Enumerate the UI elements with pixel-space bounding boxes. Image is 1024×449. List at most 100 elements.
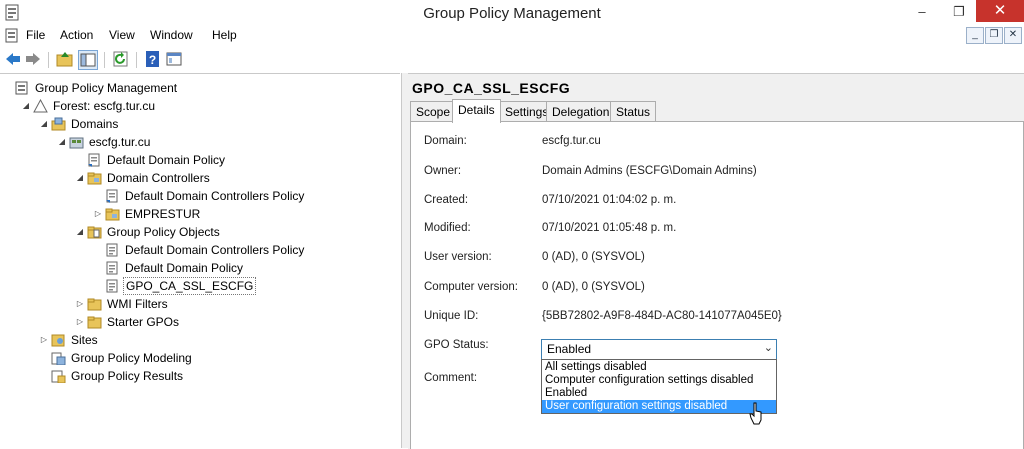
results-icon	[51, 370, 66, 383]
collapse-arrow-icon[interactable]: ◢	[75, 223, 85, 241]
folder-icon	[87, 316, 102, 329]
tree-item-label: Forest: escfg.tur.cu	[53, 99, 156, 113]
status-option-computer-disabled[interactable]: Computer configuration settings disabled	[542, 374, 776, 387]
toolbar-separator	[104, 52, 105, 68]
restore-button[interactable]: ❐	[942, 0, 976, 24]
ou-icon	[105, 208, 120, 221]
collapse-arrow-icon[interactable]: ◢	[75, 169, 85, 187]
tab-details[interactable]: Details	[452, 99, 501, 123]
mdi-minimize-button[interactable]: _	[966, 27, 984, 44]
sites-icon	[51, 334, 65, 347]
help-icon[interactable]: ?	[144, 50, 162, 68]
created-value: 07/10/2021 01:04:02 p. m.	[542, 194, 677, 206]
tree-item[interactable]: Default Domain Controllers Policy	[0, 241, 400, 259]
minimize-button[interactable]: –	[905, 0, 939, 24]
refresh-icon[interactable]	[112, 50, 130, 68]
expand-arrow-icon[interactable]: ▷	[93, 205, 103, 223]
forest-icon	[33, 99, 48, 113]
tab-delegation[interactable]: Delegation	[546, 101, 616, 122]
tree-item[interactable]: Default Domain Controllers Policy	[0, 187, 400, 205]
gpo-link-icon	[88, 153, 100, 167]
tree-item-label: Starter GPOs	[107, 315, 180, 329]
collapse-arrow-icon[interactable]: ◢	[21, 97, 31, 115]
tree-item-label: Group Policy Objects	[107, 225, 220, 239]
domain-label: Domain:	[424, 135, 467, 147]
tree-item-label: Sites	[71, 333, 98, 347]
toolbar-separator	[136, 52, 137, 68]
tree-item-label: WMI Filters	[107, 297, 168, 311]
tree-item-label: Group Policy Management	[35, 81, 178, 95]
tree-item[interactable]: Default Domain Policy	[0, 259, 400, 277]
tree-item[interactable]: ◢ Forest: escfg.tur.cu	[0, 97, 400, 115]
gpo-folder-icon	[87, 226, 102, 239]
back-arrow-icon[interactable]	[4, 50, 22, 68]
tree-item[interactable]: GPO_CA_SSL_ESCFG	[0, 277, 400, 295]
owner-value: Domain Admins (ESCFG\Domain Admins)	[542, 165, 757, 177]
folder-icon	[87, 298, 102, 311]
tree-item[interactable]: ◢ Domain Controllers	[0, 169, 400, 187]
domain-value: escfg.tur.cu	[542, 135, 601, 147]
tree-item[interactable]: Group Policy Modeling	[0, 349, 400, 367]
forward-arrow-icon[interactable]	[24, 50, 42, 68]
domains-icon	[51, 117, 66, 131]
up-folder-icon[interactable]	[56, 50, 74, 68]
comment-label: Comment:	[424, 372, 478, 384]
modified-label: Modified:	[424, 222, 471, 234]
owner-label: Owner:	[424, 165, 462, 177]
tab-status[interactable]: Status	[610, 101, 657, 122]
mouse-pointer-icon	[749, 402, 762, 425]
tree-item[interactable]: Group Policy Results	[0, 367, 400, 385]
properties-icon[interactable]	[165, 50, 183, 68]
menu-file[interactable]: File	[26, 28, 45, 42]
tree-item[interactable]: ◢ Domains	[0, 115, 400, 133]
tree-item[interactable]: ▷ WMI Filters	[0, 295, 400, 313]
tree-item-label: Domains	[71, 117, 119, 131]
user-version-label: User version:	[424, 251, 492, 263]
menu-action[interactable]: Action	[60, 28, 93, 42]
tree-item-label: EMPRESTUR	[125, 207, 201, 221]
tab-scope[interactable]: Scope	[410, 101, 457, 122]
tree-item[interactable]: ◢ escfg.tur.cu	[0, 133, 400, 151]
console-tree[interactable]: Group Policy Management ◢ Forest: escfg.tu…	[0, 73, 400, 449]
gpo-status-label: GPO Status:	[424, 339, 489, 351]
menu-window[interactable]: Window	[150, 28, 193, 42]
tree-item[interactable]: Default Domain Policy	[0, 151, 400, 169]
gpo-status-dropdown-list[interactable]: All settings disabled Computer configura…	[541, 359, 777, 414]
status-option-user-disabled[interactable]: User configuration settings disabled	[542, 400, 776, 413]
menu-bar: File Action View Window Help	[0, 26, 1024, 46]
gpo-icon	[106, 243, 118, 257]
show-hide-tree-icon[interactable]	[78, 50, 98, 70]
window-title: Group Policy Management	[423, 5, 601, 22]
expand-arrow-icon[interactable]: ▷	[75, 295, 85, 313]
close-button[interactable]: ✕	[976, 0, 1024, 22]
toolbar-separator	[48, 52, 49, 68]
gpo-icon	[106, 279, 118, 293]
tree-item-label: Default Domain Policy	[107, 153, 226, 167]
expand-arrow-icon[interactable]: ▷	[75, 313, 85, 331]
tree-item[interactable]: ▷ Sites	[0, 331, 400, 349]
tree-item-label: Default Domain Controllers Policy	[125, 243, 305, 257]
expand-arrow-icon[interactable]: ▷	[39, 331, 49, 349]
mdi-restore-button[interactable]: ❐	[985, 27, 1003, 44]
tree-item-label: GPO_CA_SSL_ESCFG	[123, 277, 257, 295]
chevron-down-icon[interactable]: ⌄	[764, 341, 773, 354]
tree-item-label: Default Domain Controllers Policy	[125, 189, 305, 203]
collapse-arrow-icon[interactable]: ◢	[57, 133, 67, 151]
status-option-all-disabled[interactable]: All settings disabled	[542, 361, 776, 374]
tree-item[interactable]: ▷ EMPRESTUR	[0, 205, 400, 223]
unique-id-value: {5BB72802-A9F8-484D-AC80-141077A045E0}	[542, 310, 782, 322]
tree-item[interactable]: Group Policy Management	[0, 79, 400, 97]
status-option-enabled[interactable]: Enabled	[542, 387, 776, 400]
gpo-icon	[106, 261, 118, 275]
mdi-close-button[interactable]: ✕	[1004, 27, 1022, 44]
tree-item[interactable]: ◢ Group Policy Objects	[0, 223, 400, 241]
menu-help[interactable]: Help	[212, 28, 237, 42]
collapse-arrow-icon[interactable]: ◢	[39, 115, 49, 133]
gpo-title: GPO_CA_SSL_ESCFG	[412, 80, 571, 96]
ou-icon	[87, 172, 102, 185]
tree-item[interactable]: ▷ Starter GPOs	[0, 313, 400, 331]
gpo-status-select[interactable]: Enabled ⌄	[541, 339, 777, 360]
menu-view[interactable]: View	[109, 28, 135, 42]
tree-item-label: Default Domain Policy	[125, 261, 244, 275]
unique-id-label: Unique ID:	[424, 310, 479, 322]
